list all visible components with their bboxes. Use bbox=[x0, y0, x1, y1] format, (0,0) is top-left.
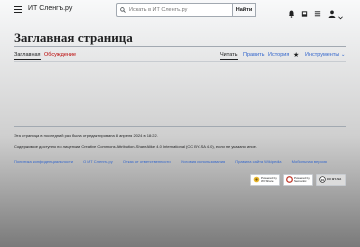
footer-links: Политика конфиденциальности О ИТ Сленгъ.… bbox=[14, 159, 336, 164]
tabs-divider bbox=[14, 61, 346, 62]
chevron-down-icon: ⌄ bbox=[340, 52, 346, 58]
tab-edit[interactable]: Править bbox=[243, 52, 264, 58]
site-name[interactable]: ИТ Сленгъ.ру bbox=[28, 5, 72, 12]
header: ИТ Сленгъ.ру Найти bbox=[0, 0, 360, 20]
footer-link-disclaimer[interactable]: Отказ от ответственности bbox=[123, 159, 171, 164]
search-icon bbox=[117, 7, 129, 13]
star-icon[interactable]: ★ bbox=[293, 51, 299, 59]
tab-main-page[interactable]: Заглавная bbox=[14, 52, 41, 60]
footer-link-rules[interactable]: Правила сайта Wikipedia bbox=[235, 159, 281, 164]
footer-link-about[interactable]: О ИТ Сленгъ.ру bbox=[83, 159, 113, 164]
flower-icon bbox=[253, 176, 260, 184]
cc-icon: cc bbox=[319, 176, 326, 184]
powered-by-semantic-badge[interactable]: Powered by Semantic bbox=[283, 174, 313, 186]
chevron-down-icon[interactable] bbox=[338, 7, 343, 25]
tab-read[interactable]: Читать bbox=[220, 52, 238, 60]
footer-link-privacy[interactable]: Политика конфиденциальности bbox=[14, 159, 73, 164]
badge-label: CC BY-SA bbox=[327, 177, 342, 182]
badge-label: Powered by Semantic bbox=[294, 175, 310, 183]
bell-icon[interactable] bbox=[288, 5, 295, 23]
search-input[interactable] bbox=[129, 7, 229, 13]
cc-by-sa-badge[interactable]: cc CC BY-SA bbox=[316, 174, 346, 186]
svg-text:cc: cc bbox=[321, 178, 325, 182]
tab-tools-label: Инструменты bbox=[305, 52, 340, 58]
footer-link-mobile[interactable]: Мобильная версия bbox=[292, 159, 327, 164]
menu-icon[interactable] bbox=[14, 6, 22, 13]
user-icon[interactable] bbox=[328, 5, 336, 23]
tab-talk[interactable]: Обсуждение bbox=[44, 52, 76, 58]
tab-history[interactable]: История bbox=[268, 52, 289, 58]
page: ИТ Сленгъ.ру Найти Заглавная страница За… bbox=[0, 0, 360, 247]
tab-tools[interactable]: Инструменты ⌄ bbox=[305, 52, 345, 58]
powered-by-wishare-badge[interactable]: Powered by WI Share bbox=[250, 174, 280, 186]
semantic-icon bbox=[286, 175, 293, 184]
watchlist-icon[interactable] bbox=[314, 5, 321, 23]
title-divider bbox=[14, 46, 346, 47]
last-edited-text: Эта страница в последний раз была отреда… bbox=[14, 133, 158, 138]
inbox-icon[interactable] bbox=[301, 5, 308, 23]
footer-link-terms[interactable]: Условия использования bbox=[181, 159, 225, 164]
search-box: Найти bbox=[116, 3, 256, 17]
footer-divider bbox=[14, 126, 346, 127]
search-button[interactable]: Найти bbox=[232, 3, 256, 17]
page-title: Заглавная страница bbox=[14, 30, 133, 45]
badge-label: Powered by WI Share bbox=[261, 175, 277, 183]
license-text: Содержимое доступно по лицензии Creative… bbox=[14, 144, 257, 149]
